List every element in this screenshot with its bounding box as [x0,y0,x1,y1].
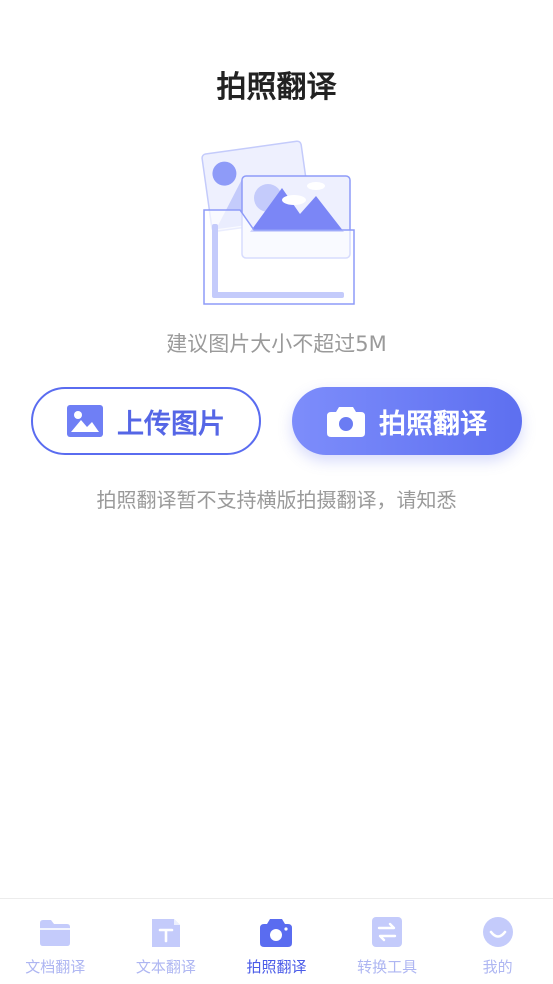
camera-button-label: 拍照翻译 [379,408,487,440]
camera-icon [327,407,365,437]
tab-profile[interactable]: 我的 [442,899,553,984]
text-icon [151,919,180,947]
tab-photo-translate[interactable]: 拍照翻译 [221,899,332,984]
landscape-notice: 拍照翻译暂不支持横版拍摄翻译，请知悉 [96,488,457,512]
tab-text-translate[interactable]: 文本翻译 [111,899,222,984]
tab-label: 拍照翻译 [246,958,307,976]
camera-icon [260,919,293,947]
tab-document-translate[interactable]: 文档翻译 [0,899,111,984]
size-hint: 建议图片大小不超过5M [166,332,387,356]
take-photo-button[interactable]: 拍照翻译 [292,387,522,455]
photo-folder-illustration [201,140,355,305]
upload-image-button[interactable]: 上传图片 [31,387,261,455]
tab-convert-tools[interactable]: 转换工具 [332,899,443,984]
image-icon [67,405,103,437]
tab-label: 转换工具 [357,958,418,976]
smile-icon [482,917,513,947]
swap-icon [372,917,403,947]
bottom-tab-bar: 文档翻译 文本翻译 拍照翻译 转换工具 我的 [0,898,553,984]
folder-icon [40,920,71,946]
tab-label: 文档翻译 [25,958,86,976]
page-title: 拍照翻译 [216,70,337,105]
upload-button-label: 上传图片 [117,408,225,440]
tab-label: 文本翻译 [135,958,196,976]
tab-label: 我的 [482,958,513,976]
